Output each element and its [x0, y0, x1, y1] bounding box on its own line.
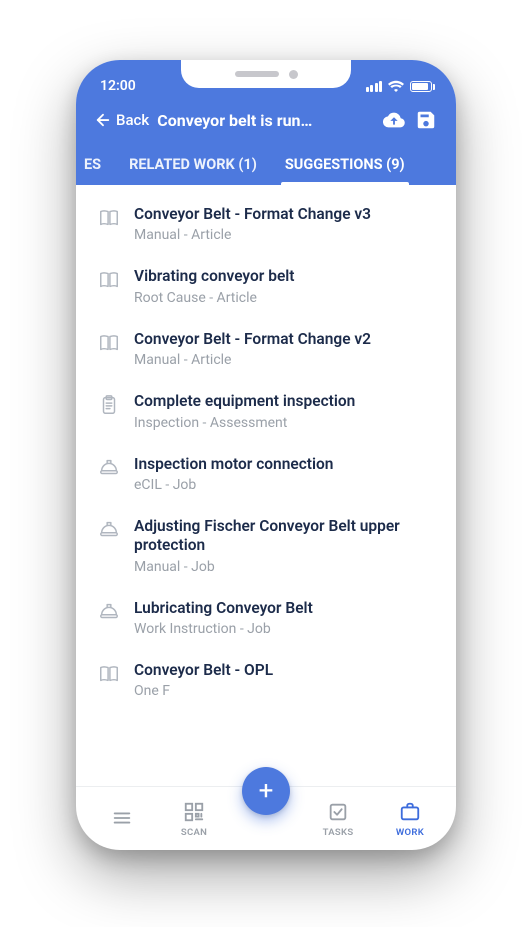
- bottom-nav: + SCAN TASKS WORK: [76, 786, 456, 850]
- clipboard-icon: [98, 394, 120, 416]
- list-item[interactable]: Adjusting Fischer Conveyor Belt upper pr…: [76, 505, 456, 587]
- list-item-body: Lubricating Conveyor Belt Work Instructio…: [134, 599, 434, 637]
- helmet-icon: [98, 457, 120, 479]
- list-item-body: Vibrating conveyor belt Root Cause - Arti…: [134, 267, 434, 305]
- menu-icon: [111, 807, 133, 829]
- toolbar: Back Conveyor belt is run…: [76, 98, 456, 144]
- helmet-icon: [98, 601, 120, 623]
- list-item-subtitle: eCIL - Job: [134, 477, 434, 493]
- list-item[interactable]: Conveyor Belt - Format Change v2 Manual -…: [76, 318, 456, 380]
- tab-prev-partial[interactable]: ES: [76, 144, 115, 185]
- list-item-subtitle: Inspection - Assessment: [134, 415, 434, 431]
- device-notch: [181, 60, 351, 88]
- list-item-body: Conveyor Belt - OPL One F: [134, 661, 434, 699]
- nav-menu-button[interactable]: [94, 807, 150, 833]
- tab-suggestions[interactable]: SUGGESTIONS (9): [271, 144, 419, 185]
- save-icon: [415, 109, 437, 131]
- list-item-subtitle: Root Cause - Article: [134, 290, 434, 306]
- list-item[interactable]: Inspection motor connection eCIL - Job: [76, 443, 456, 505]
- list-item[interactable]: Vibrating conveyor belt Root Cause - Arti…: [76, 255, 456, 317]
- clock: 12:00: [100, 78, 136, 94]
- wifi-icon: [388, 80, 404, 92]
- list-item-title: Adjusting Fischer Conveyor Belt upper pr…: [134, 517, 434, 556]
- list-item-body: Adjusting Fischer Conveyor Belt upper pr…: [134, 517, 434, 575]
- plus-icon: +: [259, 778, 274, 804]
- list-item-subtitle: Manual - Article: [134, 352, 434, 368]
- list-item-body: Complete equipment inspection Inspection …: [134, 392, 434, 430]
- back-label: Back: [116, 111, 149, 129]
- list-item-title: Inspection motor connection: [134, 455, 434, 474]
- app-header: 12:00 Back Conveyor belt is run…: [76, 60, 456, 185]
- arrow-left-icon: [94, 111, 112, 129]
- list-item-title: Conveyor Belt - Format Change v2: [134, 330, 434, 349]
- book-icon: [98, 207, 120, 229]
- list-item-title: Lubricating Conveyor Belt: [134, 599, 434, 618]
- list-item-title: Complete equipment inspection: [134, 392, 434, 411]
- list-item-body: Conveyor Belt - Format Change v2 Manual -…: [134, 330, 434, 368]
- book-icon: [98, 269, 120, 291]
- save-button[interactable]: [414, 108, 438, 132]
- briefcase-icon: [399, 801, 421, 823]
- list-item-body: Conveyor Belt - Format Change v3 Manual -…: [134, 205, 434, 243]
- nav-scan-label: SCAN: [181, 827, 207, 838]
- nav-tasks-button[interactable]: TASKS: [310, 801, 366, 838]
- nav-scan-button[interactable]: SCAN: [166, 801, 222, 838]
- helmet-icon: [98, 519, 120, 541]
- tasks-icon: [327, 801, 349, 823]
- battery-icon: [410, 81, 432, 92]
- list-item-subtitle: One F: [134, 683, 434, 699]
- list-item-subtitle: Manual - Job: [134, 559, 434, 575]
- list-item[interactable]: Conveyor Belt - OPL One F: [76, 649, 456, 711]
- nav-tasks-label: TASKS: [323, 827, 354, 838]
- fab-add-button[interactable]: +: [242, 767, 290, 815]
- tab-related-work[interactable]: RELATED WORK (1): [115, 144, 271, 185]
- book-icon: [98, 663, 120, 685]
- nav-work-button[interactable]: WORK: [382, 801, 438, 838]
- phone-frame: 12:00 Back Conveyor belt is run…: [76, 60, 456, 850]
- cloud-upload-button[interactable]: [382, 108, 406, 132]
- list-item-subtitle: Work Instruction - Job: [134, 621, 434, 637]
- status-icons: [366, 80, 433, 92]
- list-item[interactable]: Conveyor Belt - Format Change v3 Manual -…: [76, 193, 456, 255]
- nav-work-label: WORK: [396, 827, 424, 838]
- signal-icon: [366, 81, 383, 92]
- list-item-title: Conveyor Belt - Format Change v3: [134, 205, 434, 224]
- qr-scan-icon: [183, 801, 205, 823]
- page-title: Conveyor belt is run…: [157, 111, 374, 130]
- list-item-title: Conveyor Belt - OPL: [134, 661, 434, 680]
- cloud-upload-icon: [383, 109, 405, 131]
- list-item[interactable]: Complete equipment inspection Inspection …: [76, 380, 456, 442]
- suggestions-list[interactable]: Conveyor Belt - Format Change v3 Manual -…: [76, 185, 456, 786]
- back-button[interactable]: Back: [94, 111, 149, 129]
- list-item-body: Inspection motor connection eCIL - Job: [134, 455, 434, 493]
- list-item-title: Vibrating conveyor belt: [134, 267, 434, 286]
- list-item-subtitle: Manual - Article: [134, 227, 434, 243]
- book-icon: [98, 332, 120, 354]
- tab-bar: ES RELATED WORK (1) SUGGESTIONS (9): [76, 144, 456, 185]
- list-item[interactable]: Lubricating Conveyor Belt Work Instructio…: [76, 587, 456, 649]
